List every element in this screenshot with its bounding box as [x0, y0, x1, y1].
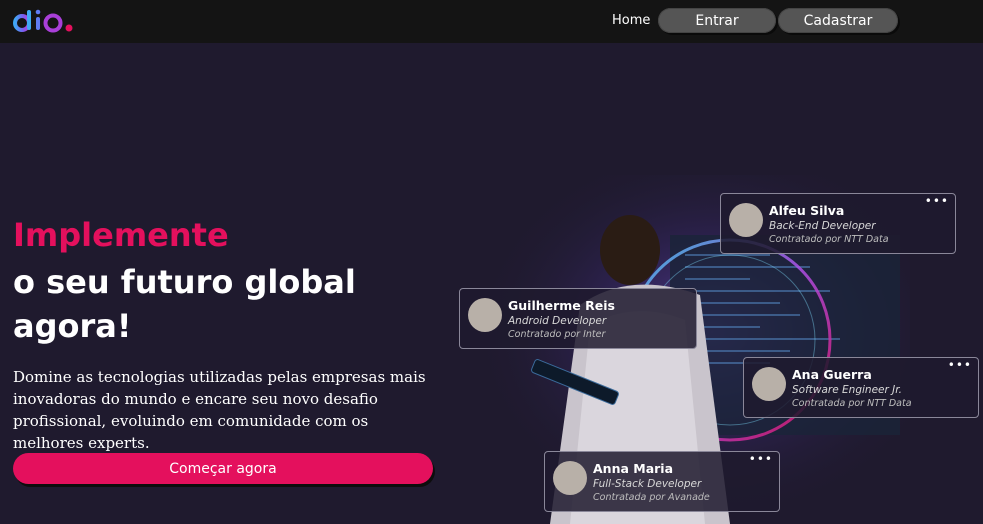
profile-card: Guilherme Reis Android Developer Contrat…	[459, 288, 697, 349]
more-options-icon[interactable]: •••	[925, 194, 949, 208]
profile-name: Anna Maria	[593, 461, 674, 476]
profile-company: Contratada por Avanade	[593, 492, 710, 503]
profile-name: Guilherme Reis	[508, 298, 615, 313]
more-options-icon[interactable]: •••	[749, 452, 773, 466]
profile-company: Contratada por NTT Data	[792, 398, 912, 409]
profile-role: Software Engineer Jr.	[792, 384, 902, 396]
profile-company: Contratado por NTT Data	[769, 234, 889, 245]
nav-home-link[interactable]: Home	[612, 13, 650, 28]
avatar	[752, 367, 786, 401]
avatar	[468, 298, 502, 332]
start-now-button[interactable]: Começar agora	[13, 453, 433, 484]
more-options-icon[interactable]: •••	[948, 358, 972, 372]
hero-headline-accent: Implemente	[13, 216, 229, 254]
avatar	[553, 461, 587, 495]
avatar	[729, 203, 763, 237]
profile-name: Alfeu Silva	[769, 203, 845, 218]
profile-role: Full-Stack Developer	[593, 478, 702, 490]
profile-card: Ana Guerra Software Engineer Jr. Contrat…	[743, 357, 979, 418]
profile-card: Anna Maria Full-Stack Developer Contrata…	[544, 451, 780, 512]
profile-card: Alfeu Silva Back-End Developer Contratad…	[720, 193, 956, 254]
profile-role: Android Developer	[508, 315, 607, 327]
hero-description: Domine as tecnologias utilizadas pelas e…	[13, 368, 426, 452]
profile-name: Ana Guerra	[792, 367, 872, 382]
signup-button[interactable]: Cadastrar	[778, 8, 898, 33]
profile-role: Back-End Developer	[769, 220, 876, 232]
top-navigation-bar: Home Entrar Cadastrar	[0, 0, 983, 43]
profile-company: Contratado por Inter	[508, 329, 606, 340]
login-button[interactable]: Entrar	[658, 8, 776, 33]
dio-logo[interactable]	[13, 8, 77, 34]
hero-headline: o seu futuro global agora!	[13, 263, 356, 345]
